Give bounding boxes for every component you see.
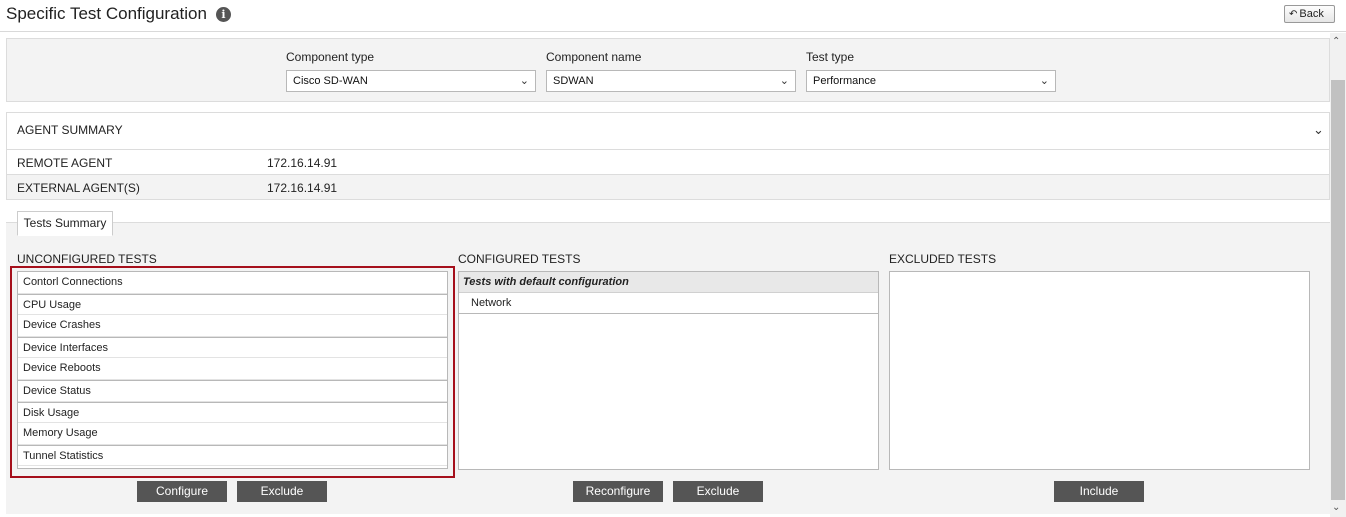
back-button[interactable]: ↶ Back bbox=[1284, 5, 1335, 23]
unconfigured-tests-title: UNCONFIGURED TESTS bbox=[17, 252, 157, 266]
excluded-tests-list[interactable] bbox=[889, 271, 1310, 470]
component-name-label: Component name bbox=[546, 50, 642, 64]
configured-tests-title: CONFIGURED TESTS bbox=[458, 252, 581, 266]
list-item[interactable]: Tunnel Statistics bbox=[18, 444, 447, 467]
info-icon[interactable]: i bbox=[216, 7, 231, 22]
include-button[interactable]: Include bbox=[1054, 481, 1144, 502]
agent-value: 172.16.14.91 bbox=[267, 181, 338, 195]
scrollbar-thumb[interactable] bbox=[1331, 80, 1345, 500]
agent-key: EXTERNAL AGENT(S) bbox=[17, 181, 140, 195]
scroll-up-icon[interactable]: ⌃ bbox=[1332, 36, 1340, 47]
list-item[interactable]: Device Crashes bbox=[18, 315, 447, 337]
configure-button[interactable]: Configure bbox=[137, 481, 227, 502]
test-type-select[interactable]: Performance ⌄ bbox=[806, 70, 1056, 92]
scroll-down-icon[interactable]: ⌄ bbox=[1332, 502, 1340, 513]
agent-row: REMOTE AGENT 172.16.14.91 bbox=[7, 149, 1329, 174]
chevron-down-icon: ⌄ bbox=[779, 75, 789, 87]
list-item[interactable]: CPU Usage bbox=[18, 293, 447, 316]
page-header: Specific Test Configuration i ↶ Back bbox=[0, 0, 1346, 32]
chevron-down-icon: ⌄ bbox=[1039, 75, 1049, 87]
component-type-label: Component type bbox=[286, 50, 375, 64]
exclude-button[interactable]: Exclude bbox=[237, 481, 327, 502]
test-type-value: Performance bbox=[813, 75, 876, 87]
agent-row: EXTERNAL AGENT(S) 172.16.14.91 bbox=[7, 174, 1329, 199]
excluded-tests-title: EXCLUDED TESTS bbox=[889, 252, 997, 266]
list-item[interactable]: Disk Usage bbox=[18, 401, 447, 424]
configured-tests-list[interactable]: Tests with default configuration Network bbox=[458, 271, 879, 470]
agent-summary-title: AGENT SUMMARY bbox=[17, 123, 123, 137]
component-name-select[interactable]: SDWAN ⌄ bbox=[546, 70, 796, 92]
chevron-down-icon: ⌄ bbox=[519, 75, 529, 87]
list-item[interactable]: Device Interfaces bbox=[18, 336, 447, 359]
agent-key: REMOTE AGENT bbox=[17, 156, 113, 170]
list-item[interactable]: Device Reboots bbox=[18, 358, 447, 380]
agent-value: 172.16.14.91 bbox=[267, 156, 338, 170]
list-item[interactable]: Network bbox=[459, 293, 878, 314]
page-title: Specific Test Configuration bbox=[6, 4, 207, 23]
exclude-configured-button[interactable]: Exclude bbox=[673, 481, 763, 502]
list-item[interactable]: Device Status bbox=[18, 379, 447, 402]
component-config-panel: Component type Cisco SD-WAN ⌄ Component … bbox=[6, 38, 1330, 102]
component-name-value: SDWAN bbox=[553, 75, 594, 87]
component-type-select[interactable]: Cisco SD-WAN ⌄ bbox=[286, 70, 536, 92]
default-config-group-header: Tests with default configuration bbox=[459, 272, 878, 293]
list-item[interactable]: Memory Usage bbox=[18, 423, 447, 445]
back-button-label: Back bbox=[1299, 8, 1324, 20]
unconfigured-tests-list[interactable]: Contorl Connections CPU Usage Device Cra… bbox=[17, 271, 448, 469]
reconfigure-button[interactable]: Reconfigure bbox=[573, 481, 663, 502]
agent-summary-panel: AGENT SUMMARY ⌄ REMOTE AGENT 172.16.14.9… bbox=[6, 112, 1330, 200]
back-arrow-icon: ↶ bbox=[1289, 9, 1298, 20]
component-type-value: Cisco SD-WAN bbox=[293, 75, 368, 87]
tab-tests-summary[interactable]: Tests Summary bbox=[17, 211, 113, 236]
list-item[interactable]: Contorl Connections bbox=[18, 272, 447, 294]
test-type-label: Test type bbox=[806, 50, 855, 64]
collapse-chevron-icon[interactable]: ⌄ bbox=[1313, 122, 1324, 138]
